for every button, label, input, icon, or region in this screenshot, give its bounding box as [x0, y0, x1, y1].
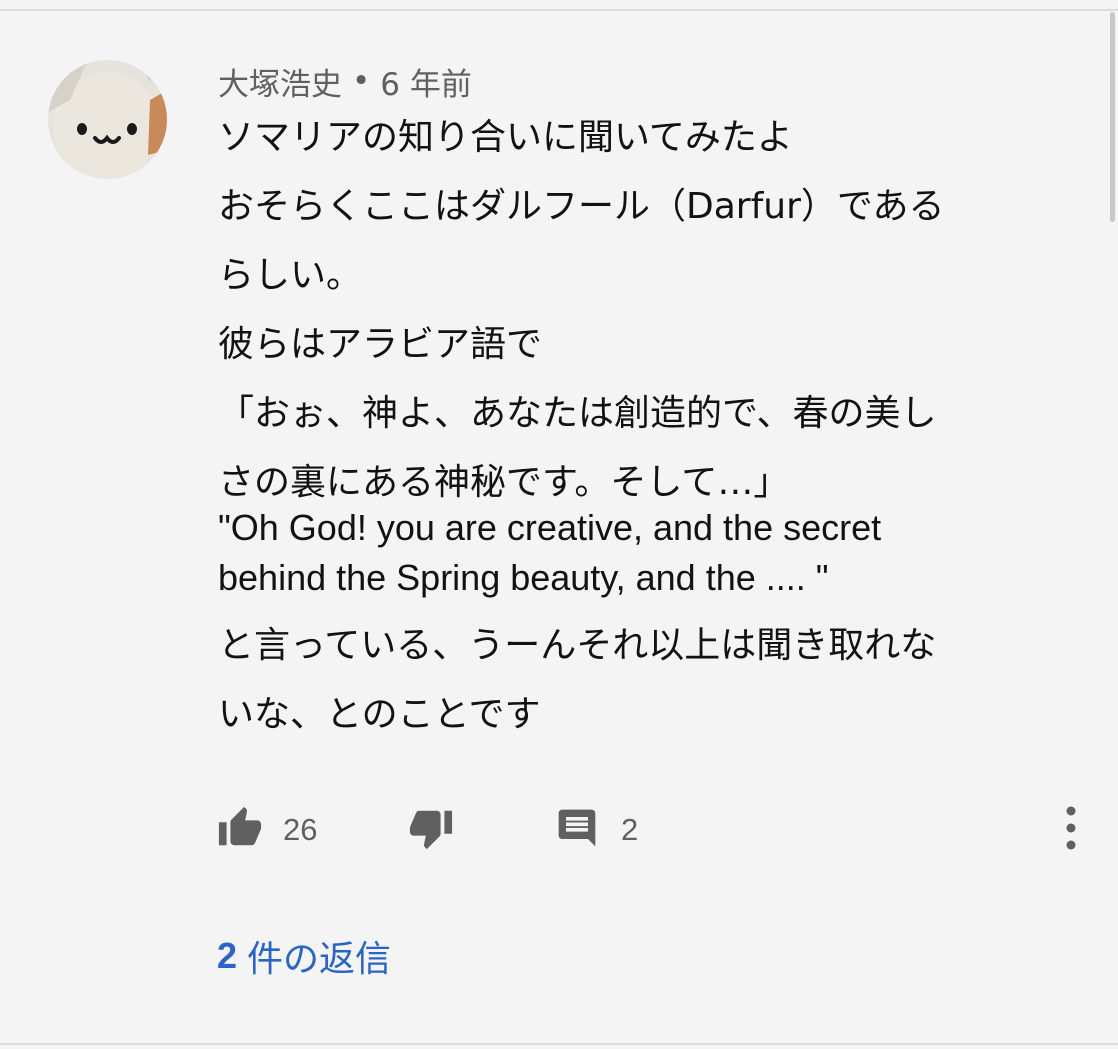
- bottom-divider: [0, 1043, 1118, 1045]
- comment-line: いな、とのことです: [218, 694, 541, 735]
- thumbs-down-icon: [408, 805, 454, 855]
- top-divider: [0, 9, 1118, 11]
- comment-line: と言っている、うーんそれ以上は聞き取れな: [218, 625, 937, 666]
- more-options-button[interactable]: [1057, 795, 1085, 865]
- comment-meta: 大塚浩史 • 6 年前: [218, 58, 472, 104]
- replies-label: 件の返信: [247, 939, 392, 980]
- reply-count: 2: [621, 812, 639, 847]
- comment-line: ソマリアの知り合いに聞いてみたよ: [218, 117, 793, 158]
- like-button[interactable]: 26: [217, 795, 317, 865]
- comment-actions: 26 2: [0, 795, 1118, 865]
- meta-separator: •: [352, 63, 371, 99]
- comment-english-line: behind the Spring beauty, and the .... ": [218, 557, 829, 598]
- view-replies-link[interactable]: 2 件の返信: [217, 926, 391, 986]
- comment-icon: [555, 806, 599, 854]
- like-count: 26: [283, 812, 318, 847]
- avatar[interactable]: [48, 60, 167, 179]
- replies-count: 2: [217, 935, 238, 976]
- author-name[interactable]: 大塚浩史: [218, 59, 342, 104]
- comment-english-line: "Oh God! you are creative, and the secre…: [218, 507, 882, 548]
- comment-body: ソマリアの知り合いに聞いてみたよ おそらくここはダルフール（Darfur）である…: [218, 108, 1078, 754]
- timestamp[interactable]: 6 年前: [380, 59, 472, 104]
- comment-line: おそらくここはダルフール（Darfur）である: [218, 186, 945, 227]
- reply-button[interactable]: 2: [555, 795, 638, 865]
- comment-line: 「おぉ、神よ、あなたは創造的で、春の美し: [218, 393, 937, 434]
- comment-line: らしい。: [218, 255, 363, 296]
- more-vert-icon: [1057, 805, 1085, 855]
- dislike-button[interactable]: [408, 795, 454, 865]
- thumbs-up-icon: [217, 805, 263, 855]
- comment-line: 彼らはアラビア語で: [218, 324, 543, 365]
- scrollbar[interactable]: [1110, 12, 1115, 222]
